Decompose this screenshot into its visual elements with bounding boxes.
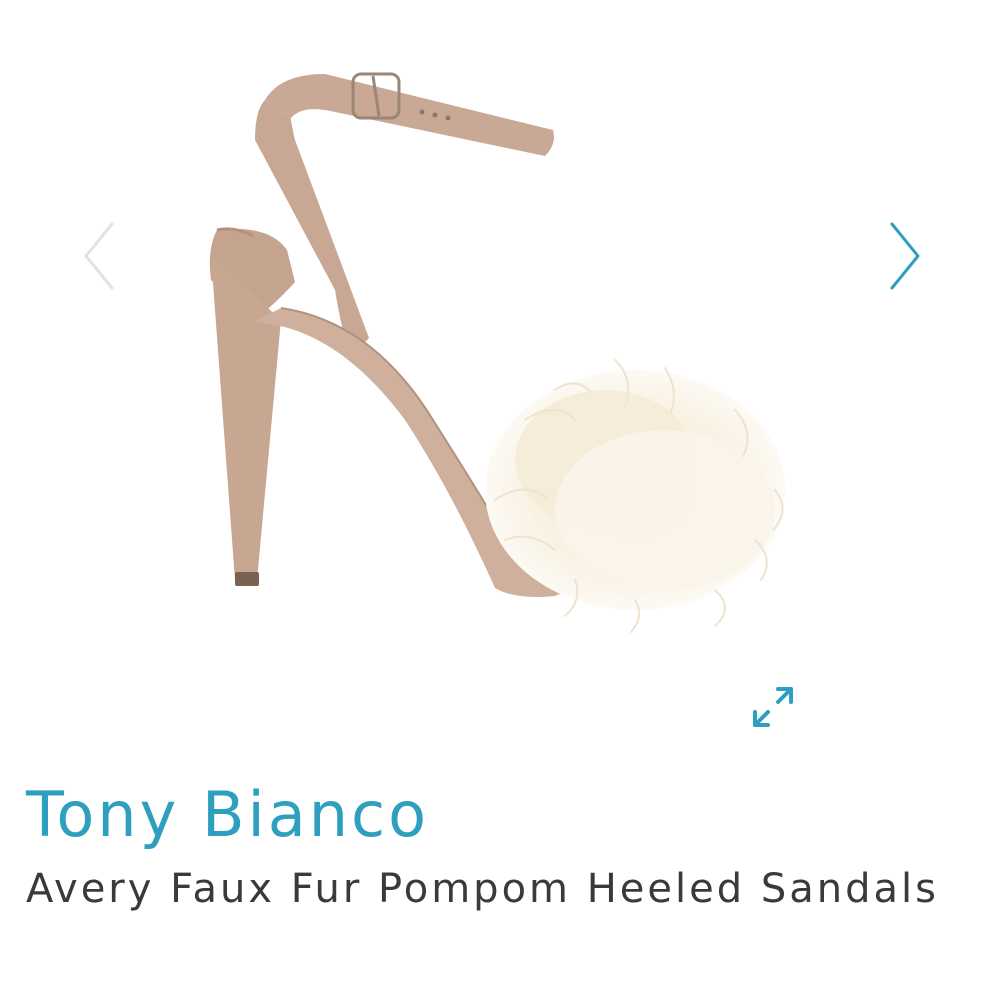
chevron-right-icon[interactable] [882, 218, 926, 294]
product-title: Avery Faux Fur Pompom Heeled Sandals [26, 866, 939, 912]
expand-arrows-icon[interactable] [748, 682, 798, 732]
product-image[interactable] [195, 60, 795, 640]
brand-name[interactable]: Tony Bianco [26, 778, 429, 852]
product-image-gallery [0, 0, 1000, 760]
chevron-left-icon[interactable] [78, 218, 122, 294]
